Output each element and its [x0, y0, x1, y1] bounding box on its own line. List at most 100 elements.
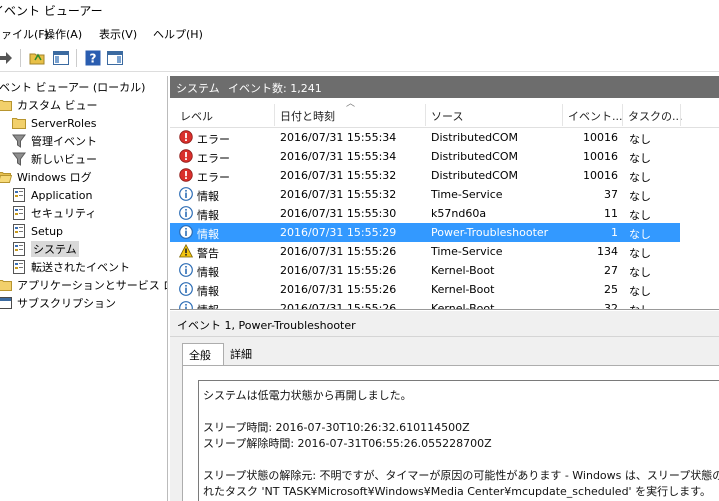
folder-icon — [0, 98, 12, 112]
event-count: イベント数: 1,241 — [228, 82, 322, 95]
tree-item-label: Application — [31, 188, 93, 202]
message-line: スリープ状態の解除元: 不明ですが、タイマーが原因の可能性があります - Win… — [203, 469, 719, 482]
menu-view[interactable]: 表示(V) — [99, 26, 137, 42]
tree-item-label: Windows ログ — [17, 171, 92, 184]
show-hide-tree-button[interactable] — [52, 49, 70, 67]
cell-event-id: 10016 — [583, 169, 618, 182]
cell-datetime: 2016/07/31 15:55:34 — [280, 150, 397, 163]
tree-item-root[interactable]: イベント ビューアー (ローカル) — [0, 78, 145, 96]
tree-item-security[interactable]: セキュリティ — [12, 204, 96, 222]
column-divider[interactable] — [425, 104, 426, 126]
cell-event-id: 27 — [604, 264, 618, 277]
column-header-event-id[interactable]: イベント... — [568, 108, 623, 124]
toolbar-separator — [76, 49, 77, 67]
show-action-pane-button[interactable] — [106, 49, 124, 67]
svg-text:?: ? — [90, 52, 97, 66]
tree-item-app-service-logs[interactable]: アプリケーションとサービス ログ — [0, 276, 167, 294]
table-row[interactable]: 情報 2016/07/31 15:55:26 Kernel-Boot 32 なし — [170, 299, 680, 310]
cell-level: 情報 — [197, 302, 219, 309]
arrow-right-icon — [0, 52, 12, 64]
forward-button[interactable] — [0, 49, 14, 67]
divider — [170, 336, 719, 337]
tab-label: 全般 — [189, 349, 211, 362]
info-icon — [179, 301, 193, 309]
tree-item-forwarded-events[interactable]: 転送されたイベント — [12, 258, 130, 276]
table-row[interactable]: 情報 2016/07/31 15:55:29 Power-Troubleshoote… — [170, 223, 680, 242]
tree-item-new-view[interactable]: 新しいビュー — [12, 150, 97, 168]
cell-level: 情報 — [197, 190, 219, 203]
cell-event-id: 25 — [604, 283, 618, 296]
table-row[interactable]: エラー 2016/07/31 15:55:32 DistributedCOM 1001… — [170, 166, 680, 185]
cell-datetime: 2016/07/31 15:55:26 — [280, 302, 397, 310]
column-divider[interactable] — [622, 104, 623, 126]
tree-item-admin-events[interactable]: 管理イベント — [12, 132, 97, 150]
message-line: システムは低電力状態から再開しました。 — [203, 389, 412, 402]
tree-item-label: アプリケーションとサービス ログ — [17, 279, 167, 292]
tree-item-system[interactable]: システム — [12, 240, 79, 258]
tree-item-label: システム — [31, 241, 79, 257]
tree-item-label: ServerRoles — [31, 116, 97, 130]
menu-file[interactable]: ファイル(F) — [0, 26, 49, 42]
sort-ascending-icon: ︿ — [346, 99, 356, 109]
tree-item-server-roles[interactable]: ServerRoles — [12, 114, 97, 132]
tree-item-setup[interactable]: Setup — [12, 222, 63, 240]
column-header-datetime[interactable]: 日付と時刻 — [280, 108, 335, 124]
cell-event-id: 11 — [604, 207, 618, 220]
tree-item-application[interactable]: Application — [12, 186, 92, 204]
cell-source: Kernel-Boot — [431, 283, 495, 296]
open-log-button[interactable] — [28, 49, 46, 67]
cell-task: なし — [629, 190, 651, 203]
message-line: スリープ解除時間: 2016-07-31T06:55:26.055228700Z — [203, 437, 492, 450]
info-icon — [179, 282, 193, 296]
tree-item-windows-logs[interactable]: Windows ログ — [0, 168, 92, 186]
cell-source: Time-Service — [431, 245, 503, 258]
cell-task: なし — [629, 247, 651, 260]
menu-action[interactable]: 操作(A) — [44, 26, 82, 42]
cell-task: なし — [629, 171, 651, 184]
title-bar: イベント ビューアー — [0, 0, 719, 22]
table-row[interactable]: エラー 2016/07/31 15:55:34 DistributedCOM 1001… — [170, 128, 680, 147]
cell-source: DistributedCOM — [431, 169, 518, 182]
tree-item-subscriptions[interactable]: サブスクリプション — [0, 294, 116, 312]
tree-item-label: Setup — [31, 224, 64, 238]
cell-task: なし — [629, 133, 651, 146]
column-divider[interactable] — [562, 104, 563, 126]
table-row[interactable]: 情報 2016/07/31 15:55:26 Kernel-Boot 25 なし — [170, 280, 680, 299]
table-row[interactable]: 情報 2016/07/31 15:55:32 Time-Service 37 なし — [170, 185, 680, 204]
error-icon — [179, 149, 193, 163]
cell-event-id: 10016 — [583, 150, 618, 163]
toolbar: ? — [0, 44, 719, 72]
column-header-level[interactable]: レベル — [180, 108, 213, 124]
event-message[interactable]: システムは低電力状態から再開しました。 スリープ時間: 2016-07-30T1… — [198, 380, 719, 501]
cell-event-id: 10016 — [583, 131, 618, 144]
event-log-icon — [12, 260, 26, 274]
cell-level: エラー — [197, 171, 230, 184]
table-row[interactable]: 情報 2016/07/31 15:55:26 Kernel-Boot 27 なし — [170, 261, 680, 280]
filter-icon — [12, 152, 26, 166]
column-header-source[interactable]: ソース — [431, 108, 463, 124]
tab-details[interactable]: 詳細 — [224, 343, 268, 365]
column-divider[interactable] — [680, 104, 681, 126]
tree-item-custom-views[interactable]: カスタム ビュー — [0, 96, 98, 114]
folder-icon — [0, 278, 12, 292]
table-row[interactable]: 情報 2016/07/31 15:55:30 k57nd60a 11 なし — [170, 204, 680, 223]
column-header-task[interactable]: タスクの... — [628, 108, 683, 124]
table-row[interactable]: 警告 2016/07/31 15:55:26 Time-Service 134 なし — [170, 242, 680, 261]
table-row[interactable]: エラー 2016/07/31 15:55:34 DistributedCOM 1001… — [170, 147, 680, 166]
folder-icon — [12, 116, 26, 130]
tree-item-label: カスタム ビュー — [17, 99, 98, 112]
cell-event-id: 37 — [604, 188, 618, 201]
cell-source: Time-Service — [431, 188, 503, 201]
column-divider[interactable] — [274, 104, 275, 126]
cell-source: Kernel-Boot — [431, 302, 495, 310]
event-list: レベル ︿ 日付と時刻 ソース イベント... タスクの... エラー 2016/… — [170, 98, 719, 310]
tab-general[interactable]: 全般 — [182, 343, 224, 366]
event-log-icon — [12, 206, 26, 220]
help-button[interactable]: ? — [84, 49, 102, 67]
log-name: システム — [176, 82, 220, 95]
general-tab-body: システムは低電力状態から再開しました。 スリープ時間: 2016-07-30T1… — [182, 365, 719, 501]
cell-task: なし — [629, 266, 651, 279]
cell-event-id: 134 — [597, 245, 618, 258]
cell-level: 情報 — [197, 266, 219, 279]
menu-help[interactable]: ヘルプ(H) — [153, 26, 203, 42]
